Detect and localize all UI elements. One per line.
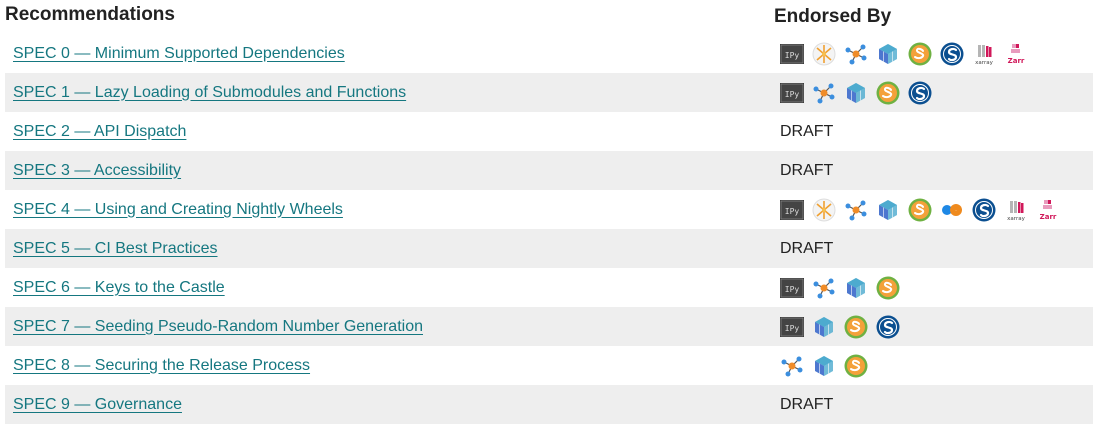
status-draft: DRAFT bbox=[780, 161, 834, 179]
ipython-icon[interactable]: IPy bbox=[780, 315, 804, 339]
header-endorsed-by: Endorsed By bbox=[774, 6, 892, 27]
status-draft: DRAFT bbox=[780, 122, 834, 140]
networkx-icon[interactable] bbox=[812, 81, 836, 105]
svg-text:xarray: xarray bbox=[1007, 216, 1025, 222]
svg-text:xarray: xarray bbox=[975, 60, 993, 66]
endorsed-by-cell: IPy bbox=[780, 307, 900, 346]
svg-text:IPy: IPy bbox=[785, 324, 800, 333]
spec-link[interactable]: SPEC 6 — Keys to the Castle bbox=[13, 279, 225, 297]
ipython-icon[interactable]: IPy bbox=[780, 276, 804, 300]
spec-link[interactable]: SPEC 7 — Seeding Pseudo-Random Number Ge… bbox=[13, 318, 423, 336]
scikit-image-icon[interactable] bbox=[844, 354, 868, 378]
endorsed-by-cell: IPy · xarray Zarr bbox=[780, 190, 1060, 229]
networkx-icon[interactable] bbox=[844, 42, 868, 66]
status-draft: DRAFT bbox=[780, 239, 834, 257]
scipy-icon[interactable] bbox=[876, 315, 900, 339]
ipython-icon[interactable]: IPy bbox=[780, 81, 804, 105]
numpy-icon[interactable] bbox=[876, 198, 900, 222]
endorsed-by-cell: DRAFT bbox=[780, 229, 833, 268]
endorsed-by-cell: DRAFT bbox=[780, 151, 833, 190]
endorsed-by-cell: IPy bbox=[780, 268, 900, 307]
scikit-image-icon[interactable] bbox=[908, 198, 932, 222]
numpy-icon[interactable] bbox=[844, 81, 868, 105]
spec-link[interactable]: SPEC 2 — API Dispatch bbox=[13, 123, 186, 141]
endorsed-by-cell: IPy xarray Zarr bbox=[780, 34, 1028, 73]
svg-text:IPy: IPy bbox=[785, 51, 800, 60]
table-row: SPEC 8 — Securing the Release Process bbox=[5, 346, 1093, 385]
zarr-icon[interactable]: Zarr bbox=[1036, 198, 1060, 222]
zarr-icon[interactable]: Zarr bbox=[1004, 42, 1028, 66]
numpy-icon[interactable] bbox=[812, 354, 836, 378]
xarray-icon[interactable]: xarray bbox=[1004, 198, 1028, 222]
ipython-icon[interactable]: IPy bbox=[780, 42, 804, 66]
endorsed-by-cell: DRAFT bbox=[780, 385, 833, 424]
table-row: SPEC 2 — API Dispatch DRAFT bbox=[5, 112, 1093, 151]
spec-link[interactable]: SPEC 4 — Using and Creating Nightly Whee… bbox=[13, 201, 343, 219]
networkx-icon[interactable] bbox=[780, 354, 804, 378]
numpy-icon[interactable] bbox=[876, 42, 900, 66]
svg-text:IPy: IPy bbox=[785, 90, 800, 99]
table-row: SPEC 1 — Lazy Loading of Submodules and … bbox=[5, 73, 1093, 112]
table-body: SPEC 0 — Minimum Supported Dependencies I… bbox=[5, 34, 1093, 424]
spec-link[interactable]: SPEC 5 — CI Best Practices bbox=[13, 240, 218, 258]
networkx-icon[interactable] bbox=[844, 198, 868, 222]
ipython-icon[interactable]: IPy bbox=[780, 198, 804, 222]
scipy-icon[interactable] bbox=[908, 81, 932, 105]
svg-text:IPy: IPy bbox=[785, 285, 800, 294]
endorsed-by-cell: DRAFT bbox=[780, 112, 833, 151]
conda-forge-icon[interactable]: · bbox=[940, 198, 964, 222]
table-row: SPEC 4 — Using and Creating Nightly Whee… bbox=[5, 190, 1093, 229]
table-row: SPEC 0 — Minimum Supported Dependencies I… bbox=[5, 34, 1093, 73]
scipy-icon[interactable] bbox=[940, 42, 964, 66]
networkx-icon[interactable] bbox=[812, 276, 836, 300]
endorsed-by-cell: IPy bbox=[780, 73, 932, 112]
numpy-icon[interactable] bbox=[844, 276, 868, 300]
table-header: Recommendations Endorsed By bbox=[0, 0, 1099, 34]
scipy-icon[interactable] bbox=[972, 198, 996, 222]
endorsed-by-cell bbox=[780, 346, 868, 385]
scikit-image-icon[interactable] bbox=[876, 81, 900, 105]
svg-text:IPy: IPy bbox=[785, 207, 800, 216]
table-row: SPEC 6 — Keys to the Castle IPy bbox=[5, 268, 1093, 307]
spec-link[interactable]: SPEC 8 — Securing the Release Process bbox=[13, 357, 310, 375]
spec-link[interactable]: SPEC 3 — Accessibility bbox=[13, 162, 181, 180]
table-row: SPEC 3 — Accessibility DRAFT bbox=[5, 151, 1093, 190]
svg-text:Zarr: Zarr bbox=[1040, 213, 1057, 221]
table-row: SPEC 5 — CI Best Practices DRAFT bbox=[5, 229, 1093, 268]
scikit-image-icon[interactable] bbox=[908, 42, 932, 66]
numpy-icon[interactable] bbox=[812, 315, 836, 339]
table-row: SPEC 7 — Seeding Pseudo-Random Number Ge… bbox=[5, 307, 1093, 346]
xarray-icon[interactable]: xarray bbox=[972, 42, 996, 66]
header-recommendations: Recommendations bbox=[5, 4, 175, 25]
spec-link[interactable]: SPEC 1 — Lazy Loading of Submodules and … bbox=[13, 84, 406, 102]
scikit-image-icon[interactable] bbox=[844, 315, 868, 339]
spec-link[interactable]: SPEC 0 — Minimum Supported Dependencies bbox=[13, 45, 345, 63]
spec-table: Recommendations Endorsed By SPEC 0 — Min… bbox=[0, 0, 1099, 434]
svg-text:Zarr: Zarr bbox=[1008, 57, 1025, 65]
spec-link[interactable]: SPEC 9 — Governance bbox=[13, 396, 182, 414]
status-draft: DRAFT bbox=[780, 395, 834, 413]
scikit-image-icon[interactable] bbox=[876, 276, 900, 300]
xarray-star-icon[interactable] bbox=[812, 42, 836, 66]
table-row: SPEC 9 — Governance DRAFT bbox=[5, 385, 1093, 424]
xarray-star-icon[interactable] bbox=[812, 198, 836, 222]
svg-text:·: · bbox=[955, 208, 956, 213]
